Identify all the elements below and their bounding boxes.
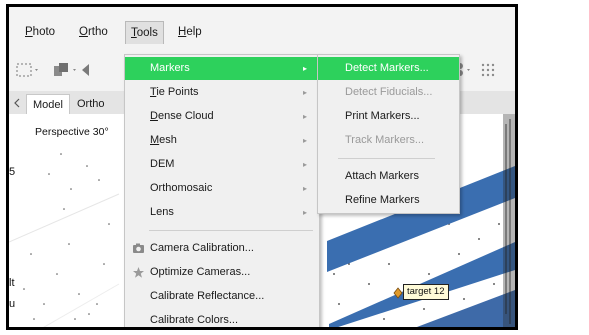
shape-tool-icon[interactable] [53, 62, 79, 78]
menu-item-orthomosaic[interactable]: Orthomosaic ▸ [125, 177, 319, 200]
menu-item-refine-markers[interactable]: Refine Markers [318, 189, 459, 212]
menu-bar: Photo Ortho Tools Help [9, 7, 515, 50]
left-fragment-2: lt [9, 277, 15, 289]
menu-item-detect-fiducials: Detect Fiducials... [345, 86, 433, 98]
menu-item-attach-markers[interactable]: Attach Markers [318, 165, 459, 188]
selection-rectangle-icon[interactable] [16, 62, 40, 78]
menu-item-track-markers: Track Markers... [345, 134, 425, 146]
submenu-arrow-icon: ▸ [302, 184, 307, 193]
app-window: Photo Ortho Tools Help Model Ortho Persp… [6, 4, 518, 330]
left-fragment-1: 5 [9, 166, 16, 178]
marker-target-label[interactable]: target 12 [403, 284, 449, 300]
submenu-arrow-icon: ▸ [302, 160, 307, 169]
menu-item-lens[interactable]: Lens ▸ [125, 201, 319, 224]
left-fragment-3: u [9, 298, 16, 310]
submenu-arrow-icon: ▸ [302, 208, 307, 217]
menu-item-markers[interactable]: Markers ▸ [125, 57, 319, 80]
tools-menu: Markers ▸ Tie Points ▸ Dense Cloud ▸ Mes… [124, 54, 320, 327]
menu-item-print-markers[interactable]: Print Markers... [318, 105, 459, 128]
menu-item-dem[interactable]: DEM ▸ [125, 153, 319, 176]
left-arrow-icon[interactable] [80, 62, 90, 78]
tab-scroll-left-icon[interactable] [13, 98, 21, 108]
markers-submenu: Detect Markers... Detect Fiducials... Pr… [317, 54, 460, 214]
tab-model[interactable]: Model [26, 94, 70, 115]
menu-item-optimize-cameras[interactable]: Optimize Cameras... [125, 261, 319, 284]
submenu-arrow-icon: ▸ [302, 88, 307, 97]
submenu-arrow-icon: ▸ [302, 112, 307, 121]
menu-photo[interactable]: Photo [20, 22, 60, 42]
tab-ortho[interactable]: Ortho [71, 94, 111, 114]
perspective-label: Perspective 30° [35, 126, 109, 138]
menu-item-mesh[interactable]: Mesh ▸ [125, 129, 319, 152]
submenu-separator [338, 158, 435, 159]
grid-dots-icon[interactable] [480, 62, 498, 78]
menu-item-calibrate-reflectance[interactable]: Calibrate Reflectance... [125, 285, 319, 308]
menu-item-camera-calibration[interactable]: Camera Calibration... [125, 237, 319, 260]
menu-help[interactable]: Help [173, 22, 207, 42]
menu-item-dense-cloud[interactable]: Dense Cloud ▸ [125, 105, 319, 128]
menu-item-tie-points[interactable]: Tie Points ▸ [125, 81, 319, 104]
menu-item-calibrate-colors[interactable]: Calibrate Colors... [125, 309, 319, 327]
menu-tools[interactable]: Tools [125, 21, 164, 44]
star-icon [133, 267, 144, 278]
camera-icon [133, 243, 144, 253]
menu-ortho[interactable]: Ortho [74, 22, 113, 42]
submenu-arrow-icon: ▸ [302, 64, 307, 73]
menu-item-detect-markers[interactable]: Detect Markers... [318, 57, 459, 80]
submenu-arrow-icon: ▸ [302, 136, 307, 145]
menu-separator [149, 230, 313, 231]
